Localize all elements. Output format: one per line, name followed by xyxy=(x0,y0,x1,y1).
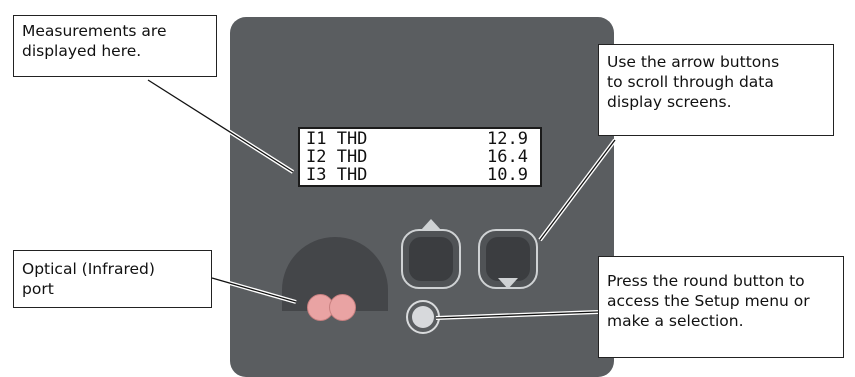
callout-round-button: Press the round button to access the Set… xyxy=(598,256,844,358)
callout-display: Measurements are displayed here. xyxy=(13,15,217,77)
measurement-name: I3 THD xyxy=(306,165,368,185)
round-button-face xyxy=(412,306,434,328)
measurement-value: 10.9 xyxy=(487,165,528,185)
button-face xyxy=(409,237,453,281)
infrared-lens xyxy=(329,294,356,321)
callout-optical-port: Optical (Infrared) port xyxy=(13,250,212,308)
display-row: I2 THD 16.4 xyxy=(306,148,528,166)
callout-arrow-buttons: Use the arrow buttons to scroll through … xyxy=(598,44,834,136)
round-select-button[interactable] xyxy=(406,300,440,334)
measurement-value: 16.4 xyxy=(487,147,528,167)
measurement-value: 12.9 xyxy=(487,129,528,149)
measurement-name: I1 THD xyxy=(306,129,368,149)
button-face xyxy=(486,237,530,281)
measurement-name: I2 THD xyxy=(306,147,368,167)
down-arrow-icon xyxy=(498,278,518,289)
display-row: I3 THD 10.9 xyxy=(306,166,528,184)
up-arrow-icon xyxy=(421,219,441,230)
display-row: I1 THD 12.9 xyxy=(306,130,528,148)
lcd-display: I1 THD 12.9 I2 THD 16.4 I3 THD 10.9 xyxy=(298,127,542,187)
up-arrow-button[interactable] xyxy=(401,229,461,289)
